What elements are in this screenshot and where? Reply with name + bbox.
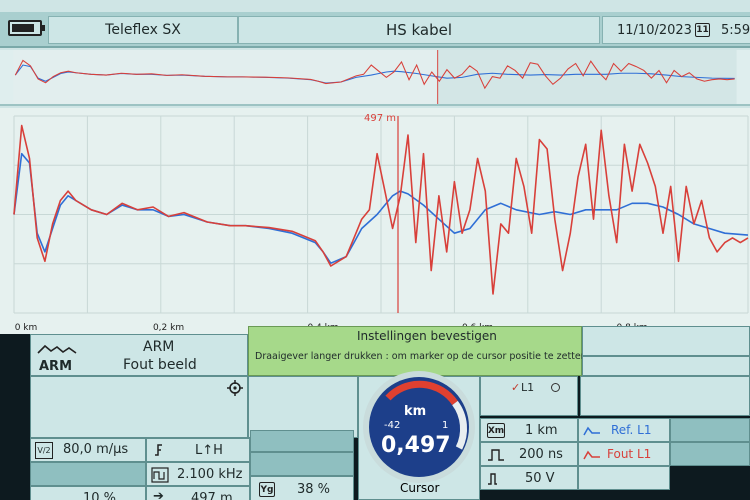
arm-title: ARM <box>143 339 175 355</box>
cursor-pos-value: 497 m <box>191 491 233 500</box>
arm-short-label: ARM <box>39 359 73 374</box>
dial-max: 1 <box>442 420 449 431</box>
legend-ref-label: Ref. L1 <box>611 423 652 437</box>
crosshair-icon[interactable] <box>226 379 244 397</box>
gain-value: 10 % <box>83 491 117 500</box>
empty-settings-cell <box>30 376 248 438</box>
velocity-bar <box>30 462 146 486</box>
arrow-icon: ➔ <box>153 489 164 500</box>
yg-field[interactable]: Yg 38 % <box>250 476 354 500</box>
blank-right-cell <box>580 376 750 416</box>
velocity-field[interactable]: V/2 80,0 m/µs <box>30 438 146 462</box>
dial-caption: Cursor <box>400 481 440 495</box>
fault-wave-icon <box>583 450 600 460</box>
legend-side-1 <box>670 418 750 442</box>
voltage-field[interactable]: 50 V <box>480 466 578 490</box>
dial-value: 0,497 <box>381 433 451 458</box>
time-label: 5:59 <box>721 22 750 38</box>
x-tick-label: 0 km <box>15 323 38 333</box>
cursor-dial[interactable] <box>360 368 478 486</box>
checkmark-icon: ✓ <box>511 381 521 394</box>
datetime: 11/10/2023 11 5:59 <box>602 16 750 44</box>
impulse-value: L↑H <box>195 443 223 458</box>
ref-wave-icon <box>583 426 600 436</box>
main-trace-chart[interactable]: 0 km0,2 km0,4 km0,6 km0,8 km497 m <box>0 108 750 334</box>
impulse-icon <box>155 444 162 456</box>
mode-box[interactable]: ARM ARM Fout beeld <box>30 334 248 376</box>
frequency-field[interactable]: 2.100 kHz <box>146 462 250 486</box>
legend-ref[interactable]: Ref. L1 <box>578 418 670 442</box>
arm-subtitle: Fout beeld <box>123 357 197 373</box>
mode-title-label: HS kabel <box>385 21 453 39</box>
notice-title: Instellingen bevestigen <box>357 329 497 343</box>
mode-title: HS kabel <box>238 16 600 44</box>
yg-icon: Yg <box>259 482 275 497</box>
x-tick-label: 0,2 km <box>153 323 184 333</box>
range-icon: Xm <box>487 423 505 438</box>
dial-unit: km <box>404 404 427 419</box>
date-label: 11/10/2023 <box>617 22 692 38</box>
blank-cell <box>248 376 358 438</box>
legend-blank <box>578 466 670 490</box>
blank-dark-cell <box>250 430 354 452</box>
velocity-value: 80,0 m/µs <box>63 442 129 457</box>
control-panel: ARM ARM Fout beeld Instellingen bevestig… <box>0 326 750 500</box>
arm-wave-icon <box>37 344 77 354</box>
cursor-pos-field[interactable]: ➔ 497 m <box>146 486 250 500</box>
device-name-label: Teleflex SX <box>105 22 181 38</box>
pulse-icon <box>488 449 504 461</box>
cursor-label: 497 m <box>364 113 396 124</box>
frequency-icon <box>151 467 169 483</box>
voltage-value: 50 V <box>525 471 555 486</box>
legend-fault[interactable]: Fout L1 <box>578 442 670 466</box>
right-top-box <box>582 326 750 356</box>
legend-side-2 <box>670 442 750 466</box>
dial-min: -42 <box>384 420 401 431</box>
line-select[interactable]: ✓ L1 <box>480 376 578 416</box>
device-name: Teleflex SX <box>48 16 238 44</box>
legend-fault-label: Fout L1 <box>607 447 652 461</box>
device-screen: Teleflex SX HS kabel 11/10/2023 11 5:59 … <box>0 0 750 500</box>
notice-text: Draaigever langer drukken : om marker op… <box>255 351 587 362</box>
overview-trace[interactable] <box>0 50 750 106</box>
velocity-icon: V/2 <box>35 442 53 459</box>
range-field[interactable]: Xm 1 km <box>480 418 578 442</box>
pulse-field[interactable]: 200 ns <box>480 442 578 466</box>
gain-field[interactable]: 10 % <box>30 486 146 500</box>
voltage-icon <box>488 473 497 485</box>
battery-icon <box>8 20 45 36</box>
l1-label: L1 <box>521 381 535 394</box>
blank-dark-cell-2 <box>250 452 354 476</box>
header-bar: Teleflex SX HS kabel 11/10/2023 11 5:59 <box>0 12 750 48</box>
impulse-field[interactable]: L↑H <box>146 438 250 462</box>
clock-icon: 11 <box>695 23 710 37</box>
radio-icon[interactable] <box>551 383 560 392</box>
range-value: 1 km <box>525 423 558 438</box>
pulse-value: 200 ns <box>519 447 563 462</box>
right-top-box-2 <box>582 356 750 376</box>
frequency-value: 2.100 kHz <box>177 467 243 482</box>
yg-value: 38 % <box>297 482 331 497</box>
